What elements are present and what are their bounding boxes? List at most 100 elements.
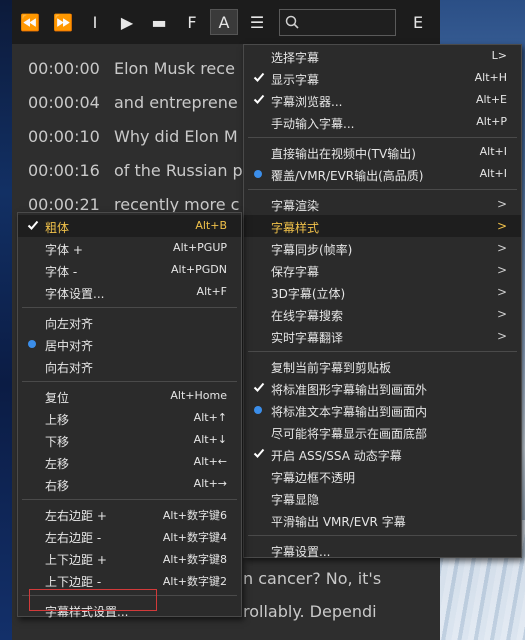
menu-item[interactable]: 保存字幕 > (244, 259, 521, 281)
menu-icon[interactable]: ☰ (243, 9, 271, 35)
menu-item-label: 保存字幕 (271, 265, 320, 279)
menu-item[interactable]: 字体 + Alt+PGUP (18, 237, 241, 259)
subtitle-row[interactable]: 00:00:16 of the Russian p (28, 155, 243, 185)
menu-item-shortcut: Alt+PGUP (173, 241, 227, 254)
search-icon (285, 15, 299, 29)
menu-item[interactable]: 字幕同步(帧率) > (244, 237, 521, 259)
menu-item[interactable]: 将标准图形字幕输出到画面外 (244, 377, 521, 399)
subtitle-row[interactable]: 00:00:10 Why did Elon M (28, 121, 238, 151)
menu-item[interactable]: 字幕浏览器... Alt+E (244, 89, 521, 111)
check-icon (253, 448, 265, 458)
menu-item-label: 向左对齐 (45, 317, 94, 331)
menu-item-label: 字幕设置... (271, 545, 331, 559)
menu-item[interactable]: 平滑输出 VMR/EVR 字幕 (244, 509, 521, 531)
menu-item[interactable]: 实时字幕翻译 > (244, 325, 521, 347)
menu-item[interactable]: 左右边距 + Alt+数字键6 (18, 503, 241, 525)
menu-item[interactable]: 字体设置... Alt+F (18, 281, 241, 303)
menu-item[interactable]: 下移 Alt+↓ (18, 429, 241, 451)
menu-item-label: 下移 (45, 435, 70, 449)
menu-item-label: 直接输出在视频中(TV输出) (271, 147, 416, 161)
menu-item-label: 平滑输出 VMR/EVR 字幕 (271, 515, 406, 529)
english-e-icon[interactable]: E (404, 9, 432, 35)
menu-item-shortcut: Alt+I (479, 145, 507, 158)
menu-item[interactable]: 复位 Alt+Home (18, 385, 241, 407)
menu-item-shortcut: Alt+↑ (193, 411, 227, 424)
menu-item-label: 右移 (45, 479, 70, 493)
menu-item-label: 字幕渲染 (271, 199, 320, 213)
menu-item[interactable]: 字幕渲染 > (244, 193, 521, 215)
menu-item[interactable]: 尽可能将字幕显示在画面底部 (244, 421, 521, 443)
submenu-arrow-icon: > (496, 219, 507, 233)
menu-item[interactable]: 居中对齐 (18, 333, 241, 355)
fast-forward-icon[interactable]: ⏩ (49, 9, 77, 35)
menu-item[interactable]: 显示字幕 Alt+H (244, 67, 521, 89)
menu-item[interactable]: 选择字幕 L> (244, 45, 521, 67)
menu-item[interactable]: 上下边距 + Alt+数字键8 (18, 547, 241, 569)
subtitle-text: Why did Elon M (114, 126, 238, 146)
subtitle-row[interactable]: rollably. Dependi (243, 596, 377, 626)
subtitle-text: and entreprene (114, 92, 238, 112)
menu-item-label: 字幕样式 (271, 221, 320, 235)
menu-item-label: 上下边距 - (45, 575, 102, 589)
menu-separator (22, 381, 237, 382)
rewind-icon[interactable]: ⏪ (16, 9, 44, 35)
menu-item[interactable]: 字幕设置... (244, 539, 521, 561)
menu-item-shortcut: Alt+← (193, 455, 227, 468)
menu-item-shortcut: Alt+H (474, 71, 507, 84)
video-icon[interactable]: ▶ (113, 9, 141, 35)
subtitle-row[interactable]: 00:00:04 and entreprene (28, 87, 238, 117)
menu-separator (248, 137, 517, 138)
search-input[interactable] (304, 13, 392, 32)
subtitle-text: Elon Musk rece (114, 58, 235, 78)
menu-item[interactable]: 字体 - Alt+PGDN (18, 259, 241, 281)
menu-item-label: 粗体 (45, 221, 70, 235)
menu-item[interactable]: 开启 ASS/SSA 动态字幕 (244, 443, 521, 465)
menu-item[interactable]: 复制当前字幕到剪贴板 (244, 355, 521, 377)
menu-item[interactable]: 字幕显隐 (244, 487, 521, 509)
menu-item[interactable]: 向左对齐 (18, 311, 241, 333)
menu-item[interactable]: 覆盖/VMR/EVR输出(高品质) Alt+I (244, 163, 521, 185)
subtitle-row[interactable]: 00:00:00 Elon Musk rece (28, 53, 235, 83)
menu-item[interactable]: 字幕边框不透明 (244, 465, 521, 487)
menu-item-shortcut: Alt+I (479, 167, 507, 180)
menu-item-label: 字幕同步(帧率) (271, 243, 353, 257)
menu-item-shortcut: Alt+F (196, 285, 227, 298)
submenu-arrow-icon: > (496, 307, 507, 321)
menu-item[interactable]: 3D字幕(立体) > (244, 281, 521, 303)
menu-item[interactable]: 上下边距 - Alt+数字键2 (18, 569, 241, 591)
subtitle-style-submenu: 粗体 Alt+B 字体 + Alt+PGUP 字体 - Alt+PGDN 字体设置... Al… (17, 212, 242, 619)
screen: { "toolbar": { "buttons": [ {"name": "re… (0, 0, 525, 640)
subtitle-box-icon[interactable]: ▬ (145, 9, 173, 35)
submenu-arrow-icon: > (496, 263, 507, 277)
subtitle-context-menu: 选择字幕 L> 显示字幕 Alt+H 字幕浏览器... Alt+E 手动输入字幕... Alt… (243, 44, 522, 561)
menu-item[interactable]: 上移 Alt+↑ (18, 407, 241, 429)
search-box[interactable] (279, 9, 396, 36)
menu-item[interactable]: 左移 Alt+← (18, 451, 241, 473)
menu-item-shortcut: Alt+Home (170, 389, 227, 402)
text-cursor-icon[interactable]: I (81, 9, 109, 35)
menu-item-label: 将标准文本字幕输出到画面内 (271, 405, 428, 419)
menu-separator (22, 499, 237, 500)
menu-item-label: 左右边距 + (45, 509, 107, 523)
subtitle-row[interactable]: n cancer? No, it's (243, 563, 381, 593)
subtitle-time: 00:00:10 (28, 126, 100, 146)
menu-item-shortcut: Alt+E (475, 93, 507, 106)
check-icon (253, 94, 265, 104)
menu-item[interactable]: 右移 Alt+→ (18, 473, 241, 495)
subtitle-text: n cancer? No, it's (243, 568, 382, 588)
menu-item[interactable]: 将标准文本字幕输出到画面内 (244, 399, 521, 421)
menu-item[interactable]: 直接输出在视频中(TV输出) Alt+I (244, 141, 521, 163)
menu-item[interactable]: 在线字幕搜索 > (244, 303, 521, 325)
menu-item-label: 居中对齐 (45, 339, 94, 353)
menu-item-shortcut: Alt+数字键6 (162, 509, 227, 522)
menu-item[interactable]: 左右边距 - Alt+数字键4 (18, 525, 241, 547)
font-f-icon[interactable]: F (178, 9, 206, 35)
menu-item[interactable]: 手动输入字幕... Alt+P (244, 111, 521, 133)
submenu-arrow-icon: > (496, 197, 507, 211)
font-a-icon[interactable]: A (210, 9, 238, 35)
menu-item[interactable]: 向右对齐 (18, 355, 241, 377)
menu-item-label: 字体设置... (45, 287, 105, 301)
menu-item[interactable]: 粗体 Alt+B (18, 215, 241, 237)
menu-item-label: 选择字幕 (271, 51, 320, 65)
menu-item[interactable]: 字幕样式 > (244, 215, 521, 237)
